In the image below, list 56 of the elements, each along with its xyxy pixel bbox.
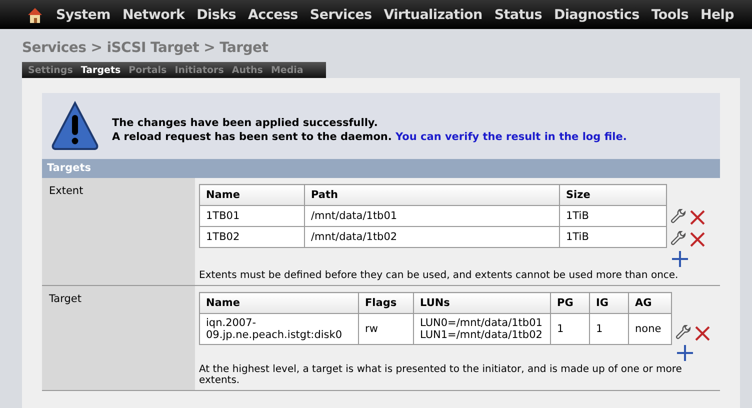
target-note: At the highest level, a target is what is presented to the initiator, and is made up of one or more extents.	[199, 364, 683, 386]
table-cell: 1TB01	[200, 206, 304, 226]
delete-icon[interactable]	[689, 230, 706, 248]
wrench-icon[interactable]	[676, 325, 692, 341]
menu-item[interactable]: Tools	[645, 6, 694, 22]
lun-entry: LUN1=/mnt/data/1tb02	[420, 329, 544, 341]
menu-item[interactable]: System	[50, 6, 116, 22]
menu-item[interactable]: Network	[116, 6, 191, 22]
warning-icon	[50, 100, 100, 152]
menu-item[interactable]: Services	[304, 6, 378, 22]
wrench-icon[interactable]	[671, 209, 687, 225]
table-cell: 1TB02	[200, 226, 304, 248]
table-cell: iqn.2007-09.jp.ne.peach.istgt:disk0	[200, 314, 358, 344]
table-cell: 1TiB	[560, 206, 666, 226]
row-label: Extent	[42, 178, 195, 285]
tab[interactable]: Portals	[128, 64, 167, 76]
tab[interactable]: Settings	[28, 64, 73, 76]
table-cell: 1	[550, 314, 590, 344]
tab[interactable]: Auths	[232, 64, 263, 76]
extent-note: Extents must be defined before they can be used, and extents cannot be used more than once.	[199, 270, 680, 281]
column-header: Name	[200, 292, 358, 314]
tab[interactable]: Initiators	[174, 64, 224, 76]
column-header: Name	[200, 184, 304, 206]
menu-item[interactable]: Help	[694, 6, 740, 22]
table-cell: 1	[590, 314, 628, 344]
row-label: Target	[42, 286, 195, 390]
table-cell: 1TiB	[560, 226, 666, 248]
add-icon[interactable]	[671, 250, 689, 268]
column-header: LUNs	[414, 292, 550, 314]
table-cell: /mnt/data/1tb01	[304, 206, 560, 226]
log-link[interactable]: You can verify the result in the log file.	[396, 131, 627, 143]
home-icon[interactable]	[26, 6, 44, 24]
tab[interactable]: Targets	[80, 64, 121, 76]
section-header: Targets	[42, 159, 720, 178]
table-cell: none	[628, 314, 672, 344]
menu-item[interactable]: Disks	[190, 6, 242, 22]
column-header: AG	[628, 292, 672, 314]
tab[interactable]: Media	[270, 64, 304, 76]
breadcrumb: Services > iSCSI Target > Target	[21, 39, 270, 58]
menu-item[interactable]: Diagnostics	[548, 6, 646, 22]
menu-item[interactable]: Status	[488, 6, 548, 22]
column-header: Size	[560, 184, 666, 206]
column-header: Flags	[358, 292, 414, 314]
table-cell: /mnt/data/1tb02	[304, 226, 560, 248]
column-header: IG	[590, 292, 628, 314]
wrench-icon[interactable]	[671, 231, 687, 247]
add-icon[interactable]	[676, 344, 694, 362]
column-header: PG	[550, 292, 590, 314]
delete-icon[interactable]	[694, 324, 711, 342]
message-text: The changes have been applied successfully. A reload request has been sent to the daemon. You can verify the result in the log file.	[112, 116, 627, 144]
column-header: Path	[304, 184, 560, 206]
menu-item[interactable]: Virtualization	[378, 6, 488, 22]
table-cell: rw	[358, 314, 414, 344]
lun-entry: LUN0=/mnt/data/1tb01	[420, 317, 544, 329]
delete-icon[interactable]	[689, 208, 706, 226]
menu-item[interactable]: Access	[242, 6, 304, 22]
